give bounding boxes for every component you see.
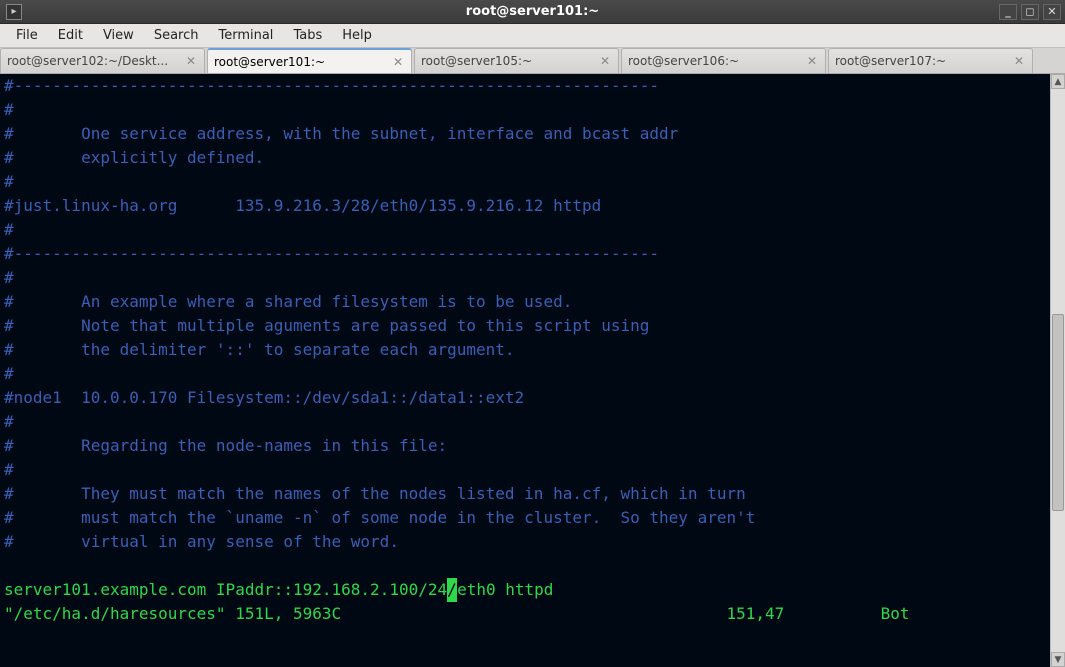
tab-close-icon[interactable]: ✕ xyxy=(805,54,819,68)
terminal-wrap: #---------------------------------------… xyxy=(0,74,1065,667)
vim-status-line: "/etc/ha.d/haresources" 151L, 5963C 151,… xyxy=(4,602,1046,626)
scroll-up-icon[interactable]: ▲ xyxy=(1051,74,1065,89)
menu-help[interactable]: Help xyxy=(332,25,382,46)
terminal-line: # They must match the names of the nodes… xyxy=(4,482,1046,506)
tab-label: root@server105:~ xyxy=(421,54,598,68)
maximize-button[interactable]: ◻ xyxy=(1021,4,1039,20)
terminal-line: # virtual in any sense of the word. xyxy=(4,530,1046,554)
tab-server106[interactable]: root@server106:~ ✕ xyxy=(621,48,826,73)
tab-label: root@server107:~ xyxy=(835,54,1012,68)
window-controls: _ ◻ ✕ xyxy=(999,4,1061,20)
terminal-line: # xyxy=(4,362,1046,386)
tab-close-icon[interactable]: ✕ xyxy=(1012,54,1026,68)
menu-edit[interactable]: Edit xyxy=(48,25,93,46)
terminal-line: # xyxy=(4,458,1046,482)
terminal-line: #node1 10.0.0.170 Filesystem::/dev/sda1:… xyxy=(4,386,1046,410)
tab-close-icon[interactable]: ✕ xyxy=(184,54,198,68)
tab-server105[interactable]: root@server105:~ ✕ xyxy=(414,48,619,73)
terminal-app-icon: ▸ xyxy=(6,4,22,20)
terminal-line: # One service address, with the subnet, … xyxy=(4,122,1046,146)
window-title: root@server101:~ xyxy=(0,4,1065,19)
terminal-line: # xyxy=(4,266,1046,290)
terminal-line: # An example where a shared filesystem i… xyxy=(4,290,1046,314)
close-button[interactable]: ✕ xyxy=(1043,4,1061,20)
scrollbar-track[interactable] xyxy=(1051,89,1065,652)
menu-search[interactable]: Search xyxy=(144,25,209,46)
terminal-line: # the delimiter '::' to separate each ar… xyxy=(4,338,1046,362)
tabbar: root@server102:~/Deskt... ✕ root@server1… xyxy=(0,48,1065,74)
tab-close-icon[interactable]: ✕ xyxy=(598,54,612,68)
terminal-line: # Regarding the node-names in this file: xyxy=(4,434,1046,458)
menu-view[interactable]: View xyxy=(93,25,144,46)
terminal-line: #---------------------------------------… xyxy=(4,242,1046,266)
terminal-line xyxy=(4,554,1046,578)
tab-label: root@server101:~ xyxy=(214,55,391,69)
terminal-line: #---------------------------------------… xyxy=(4,74,1046,98)
tab-label: root@server106:~ xyxy=(628,54,805,68)
scrollbar: ▲ ▼ xyxy=(1050,74,1065,667)
menu-file[interactable]: File xyxy=(6,25,48,46)
minimize-button[interactable]: _ xyxy=(999,4,1017,20)
scroll-down-icon[interactable]: ▼ xyxy=(1051,652,1065,667)
tab-server107[interactable]: root@server107:~ ✕ xyxy=(828,48,1033,73)
menu-tabs[interactable]: Tabs xyxy=(283,25,332,46)
terminal-line: #just.linux-ha.org 135.9.216.3/28/eth0/1… xyxy=(4,194,1046,218)
terminal[interactable]: #---------------------------------------… xyxy=(0,74,1050,667)
tab-label: root@server102:~/Deskt... xyxy=(7,54,184,68)
menubar: File Edit View Search Terminal Tabs Help xyxy=(0,24,1065,48)
terminal-line: # xyxy=(4,98,1046,122)
terminal-line: # explicitly defined. xyxy=(4,146,1046,170)
tab-server101[interactable]: root@server101:~ ✕ xyxy=(207,48,412,73)
titlebar: ▸ root@server101:~ _ ◻ ✕ xyxy=(0,0,1065,24)
terminal-line: # must match the `uname -n` of some node… xyxy=(4,506,1046,530)
terminal-line: # xyxy=(4,410,1046,434)
cursor: / xyxy=(447,578,457,602)
scrollbar-thumb[interactable] xyxy=(1052,314,1064,511)
terminal-line: # xyxy=(4,170,1046,194)
config-line: server101.example.com IPaddr::192.168.2.… xyxy=(4,578,1046,602)
terminal-line: # xyxy=(4,218,1046,242)
terminal-line: # Note that multiple aguments are passed… xyxy=(4,314,1046,338)
menu-terminal[interactable]: Terminal xyxy=(208,25,283,46)
tab-close-icon[interactable]: ✕ xyxy=(391,55,405,69)
tab-server102[interactable]: root@server102:~/Deskt... ✕ xyxy=(0,48,205,73)
